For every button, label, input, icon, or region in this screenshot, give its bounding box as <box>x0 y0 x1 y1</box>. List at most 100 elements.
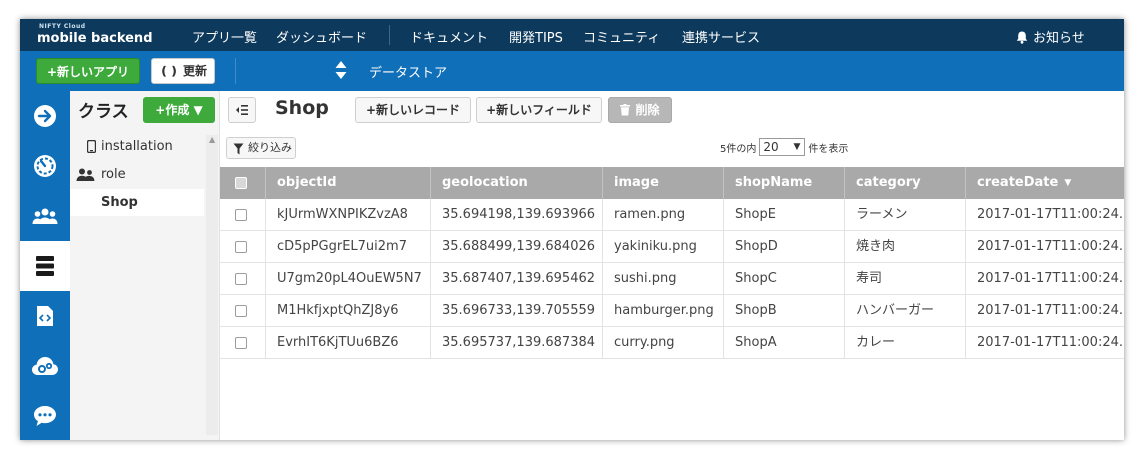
select-all-checkbox-cell <box>220 167 266 199</box>
refresh-button[interactable]: ❪❫ 更新 <box>151 58 215 84</box>
column-header-image[interactable]: image <box>603 167 724 199</box>
script-icon <box>37 306 53 326</box>
nav-divider <box>389 25 390 45</box>
table-row[interactable]: cD5pPGgrEL7ui2m7 35.688499,139.684026 yaki… <box>220 231 1124 263</box>
select-all-checkbox[interactable] <box>235 176 247 189</box>
cell-objectid[interactable]: EvrhIT6KjTUu6BZ6 <box>266 327 431 359</box>
rail-cloud-settings[interactable] <box>20 341 70 391</box>
cell-shopname[interactable]: ShopA <box>724 327 845 359</box>
notifications-link[interactable]: お知らせ <box>1016 27 1085 48</box>
toolbar-divider <box>235 58 236 84</box>
cell-category[interactable]: ハンバーガー <box>845 295 966 327</box>
datastore-main: Shop +新しいレコード +新しいフィールド 削除 絞り込み 5件の内 20 ▼… <box>220 91 1124 440</box>
cell-image[interactable]: ramen.png <box>603 199 724 231</box>
cell-objectid[interactable]: M1HkfjxptQhZJ8y6 <box>266 295 431 327</box>
cell-category[interactable]: カレー <box>845 327 966 359</box>
cell-createdate[interactable]: 2017-01-17T11:00:24. <box>966 231 1124 263</box>
class-panel-heading: クラス <box>78 102 129 122</box>
rail-dashboard[interactable] <box>20 141 70 191</box>
cell-shopname[interactable]: ShopE <box>724 199 845 231</box>
table-row[interactable]: M1HkfjxptQhZJ8y6 35.696733,139.705559 hamb… <box>220 295 1124 327</box>
nav-dashboard[interactable]: ダッシュボード <box>276 27 367 46</box>
rail-support[interactable] <box>20 391 70 440</box>
pagination-control: 5件の内 20 ▼ 件を表示 <box>720 138 848 156</box>
cell-objectid[interactable]: cD5pPGgrEL7ui2m7 <box>266 231 431 263</box>
cell-createdate[interactable]: 2017-01-17T11:00:24. <box>966 263 1124 295</box>
cell-shopname[interactable]: ShopC <box>724 263 845 295</box>
row-checkbox[interactable] <box>235 240 247 253</box>
cell-geolocation[interactable]: 35.687407,139.695462 <box>431 263 603 295</box>
row-checkbox[interactable] <box>235 208 247 221</box>
table-row[interactable]: kJUrmWXNPIKZvzA8 35.694198,139.693966 rame… <box>220 199 1124 231</box>
cell-category[interactable]: 焼き肉 <box>845 231 966 263</box>
cell-geolocation[interactable]: 35.695737,139.687384 <box>431 327 603 359</box>
scroll-up-arrow-icon[interactable]: ▲ <box>209 135 215 144</box>
page-size-value: 20 <box>763 140 779 154</box>
filter-label: 絞り込み <box>248 141 292 154</box>
column-header-objectid[interactable]: objectId <box>266 167 431 199</box>
app-switcher-icon[interactable] <box>334 60 348 80</box>
cell-image[interactable]: curry.png <box>603 327 724 359</box>
class-item-shop[interactable]: Shop <box>70 189 204 216</box>
cell-createdate[interactable]: 2017-01-17T11:00:24. <box>966 295 1124 327</box>
cell-geolocation[interactable]: 35.688499,139.684026 <box>431 231 603 263</box>
class-item-label: installation <box>101 139 173 154</box>
logo-text: mobile backend <box>37 31 153 46</box>
collapse-left-icon <box>236 105 248 115</box>
cell-createdate[interactable]: 2017-01-17T11:00:24. <box>966 327 1124 359</box>
create-class-button[interactable]: +作成 ▼ <box>143 97 215 123</box>
bell-icon <box>1016 31 1028 48</box>
collapse-panel-button[interactable] <box>228 97 256 123</box>
column-header-category[interactable]: category <box>845 167 966 199</box>
nav-dev-tips[interactable]: 開発TIPS <box>509 27 563 46</box>
sort-descending-icon: ▼ <box>1064 178 1072 188</box>
row-checkbox[interactable] <box>235 336 247 349</box>
column-header-shopname[interactable]: shopName <box>724 167 845 199</box>
cell-shopname[interactable]: ShopB <box>724 295 845 327</box>
class-item-label: Shop <box>101 195 138 210</box>
delete-button[interactable]: 削除 <box>608 97 672 123</box>
cell-objectid[interactable]: U7gm20pL4OuEW5N7 <box>266 263 431 295</box>
new-record-button[interactable]: +新しいレコード <box>355 97 471 123</box>
nav-documents[interactable]: ドキュメント <box>410 27 488 46</box>
cell-createdate[interactable]: 2017-01-17T11:00:24. <box>966 199 1124 231</box>
row-checkbox-cell <box>220 327 266 359</box>
logo[interactable]: NIFTY Cloud mobile backend <box>37 23 157 47</box>
class-title: Shop <box>275 97 329 119</box>
rail-members[interactable] <box>20 191 70 241</box>
nav-app-list[interactable]: アプリ一覧 <box>192 27 257 46</box>
cell-category[interactable]: ラーメン <box>845 199 966 231</box>
filter-funnel-icon <box>233 142 244 162</box>
trash-icon <box>620 100 631 124</box>
class-panel-scrollbar[interactable]: ▲ <box>206 135 218 435</box>
nav-integrations[interactable]: 連携サービス <box>682 27 760 46</box>
row-checkbox[interactable] <box>235 272 247 285</box>
table-row[interactable]: EvrhIT6KjTUu6BZ6 35.695737,139.687384 curr… <box>220 327 1124 359</box>
column-header-createdate[interactable]: createDate ▼ <box>966 167 1124 199</box>
cell-geolocation[interactable]: 35.696733,139.705559 <box>431 295 603 327</box>
new-field-button[interactable]: +新しいフィールド <box>476 97 602 123</box>
class-item-installation[interactable]: installation <box>70 133 204 160</box>
nav-community[interactable]: コミュニティ <box>583 27 660 46</box>
table-row[interactable]: U7gm20pL4OuEW5N7 35.687407,139.695462 sush… <box>220 263 1124 295</box>
refresh-label: 更新 <box>183 64 208 78</box>
class-item-role[interactable]: role <box>70 161 204 188</box>
cell-image[interactable]: yakiniku.png <box>603 231 724 263</box>
expand-menu-button[interactable] <box>20 91 70 141</box>
rail-datastore[interactable] <box>20 241 70 291</box>
filter-button[interactable]: 絞り込み <box>226 137 296 159</box>
class-panel: クラス +作成 ▼ installation role Shop ▲ <box>70 91 220 440</box>
cell-image[interactable]: sushi.png <box>603 263 724 295</box>
cell-image[interactable]: hamburger.png <box>603 295 724 327</box>
arrow-right-icon <box>34 105 56 127</box>
cell-geolocation[interactable]: 35.694198,139.693966 <box>431 199 603 231</box>
row-checkbox[interactable] <box>235 304 247 317</box>
page-size-select[interactable]: 20 ▼ <box>759 138 806 156</box>
column-header-geolocation[interactable]: geolocation <box>431 167 603 199</box>
rail-script[interactable] <box>20 291 70 341</box>
cell-shopname[interactable]: ShopD <box>724 231 845 263</box>
cell-category[interactable]: 寿司 <box>845 263 966 295</box>
cell-objectid[interactable]: kJUrmWXNPIKZvzA8 <box>266 199 431 231</box>
new-app-button[interactable]: +新しいアプリ <box>36 58 140 84</box>
top-navigation-bar: NIFTY Cloud mobile backend アプリ一覧 ダッシュボード… <box>20 19 1124 51</box>
